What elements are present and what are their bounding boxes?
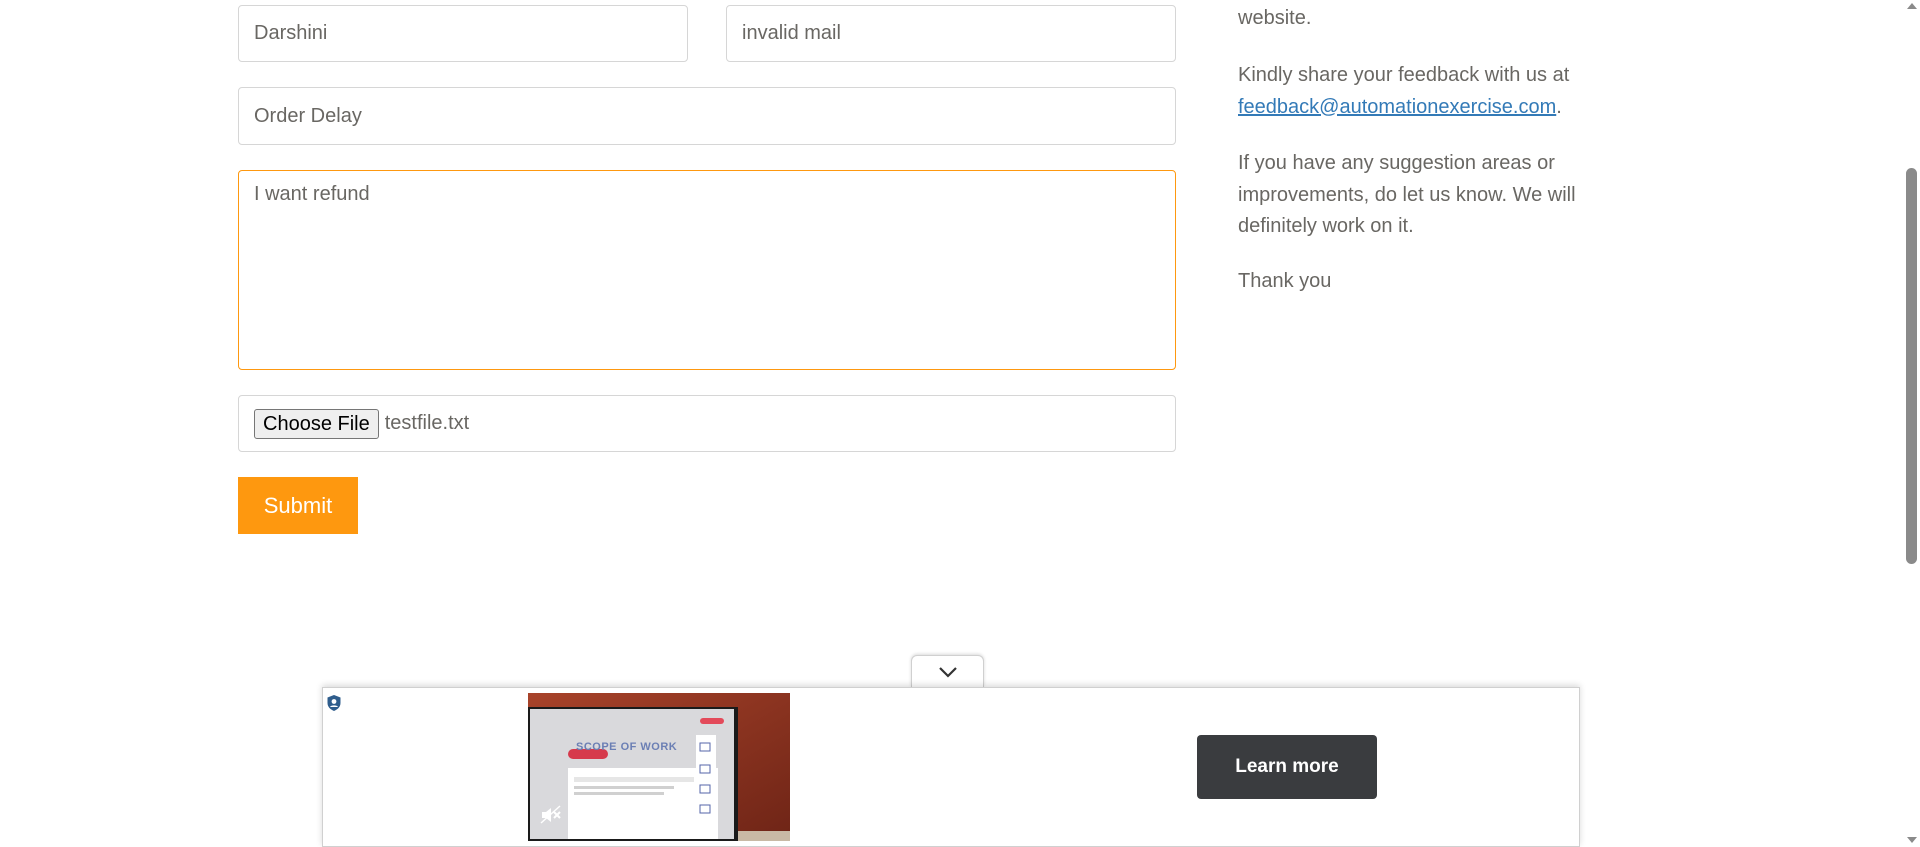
subject-input[interactable]: Order Delay — [238, 87, 1176, 145]
email-input-value: invalid mail — [742, 22, 841, 44]
message-textarea[interactable]: I want refund — [238, 170, 1176, 370]
muted-speaker-icon[interactable] — [540, 805, 562, 825]
feedback-prefix: Kindly share your feedback with us at — [1238, 64, 1570, 86]
file-upload-field: Choose File testfile.txt — [238, 395, 1176, 452]
chevron-down-icon — [938, 666, 957, 678]
email-input[interactable]: invalid mail — [726, 5, 1176, 62]
submit-button[interactable]: Submit — [238, 477, 358, 534]
scroll-down-arrow-icon[interactable] — [1907, 837, 1917, 843]
name-input-value: Darshini — [254, 22, 328, 44]
shield-icon — [327, 695, 341, 711]
ad-video-scene — [528, 693, 790, 841]
subject-input-value: Order Delay — [254, 105, 362, 127]
suggestion-paragraph: If you have any suggestion areas or impr… — [1238, 152, 1576, 237]
feedback-suffix: . — [1556, 95, 1562, 118]
page-scrollbar[interactable] — [1903, 0, 1920, 847]
scroll-up-arrow-icon[interactable] — [1907, 3, 1917, 9]
name-input[interactable]: Darshini — [238, 5, 688, 62]
page: Darshini invalid mail Order Delay I want… — [0, 0, 1920, 847]
selected-file-name: testfile.txt — [384, 412, 470, 434]
ad-collapse-tab[interactable] — [911, 655, 984, 687]
ad-video-thumbnail[interactable]: SCOPE OF WORK — [528, 693, 790, 841]
feedback-email-link[interactable]: feedback@automationexercise.com — [1238, 96, 1556, 118]
message-textarea-value: I want refund — [254, 183, 370, 205]
learn-more-button[interactable]: Learn more — [1197, 735, 1377, 799]
ad-banner: SCOPE OF WORK Learn more — [322, 687, 1580, 847]
ad-video-title: SCOPE OF WORK — [576, 741, 678, 753]
thank-you-text: Thank you — [1238, 270, 1332, 292]
feedback-paragraph: Kindly share your feedback with us at fee… — [1238, 60, 1598, 123]
choose-file-button[interactable]: Choose File — [254, 408, 379, 439]
scroll-thumb[interactable] — [1906, 168, 1917, 564]
website-text: website. — [1238, 7, 1312, 29]
